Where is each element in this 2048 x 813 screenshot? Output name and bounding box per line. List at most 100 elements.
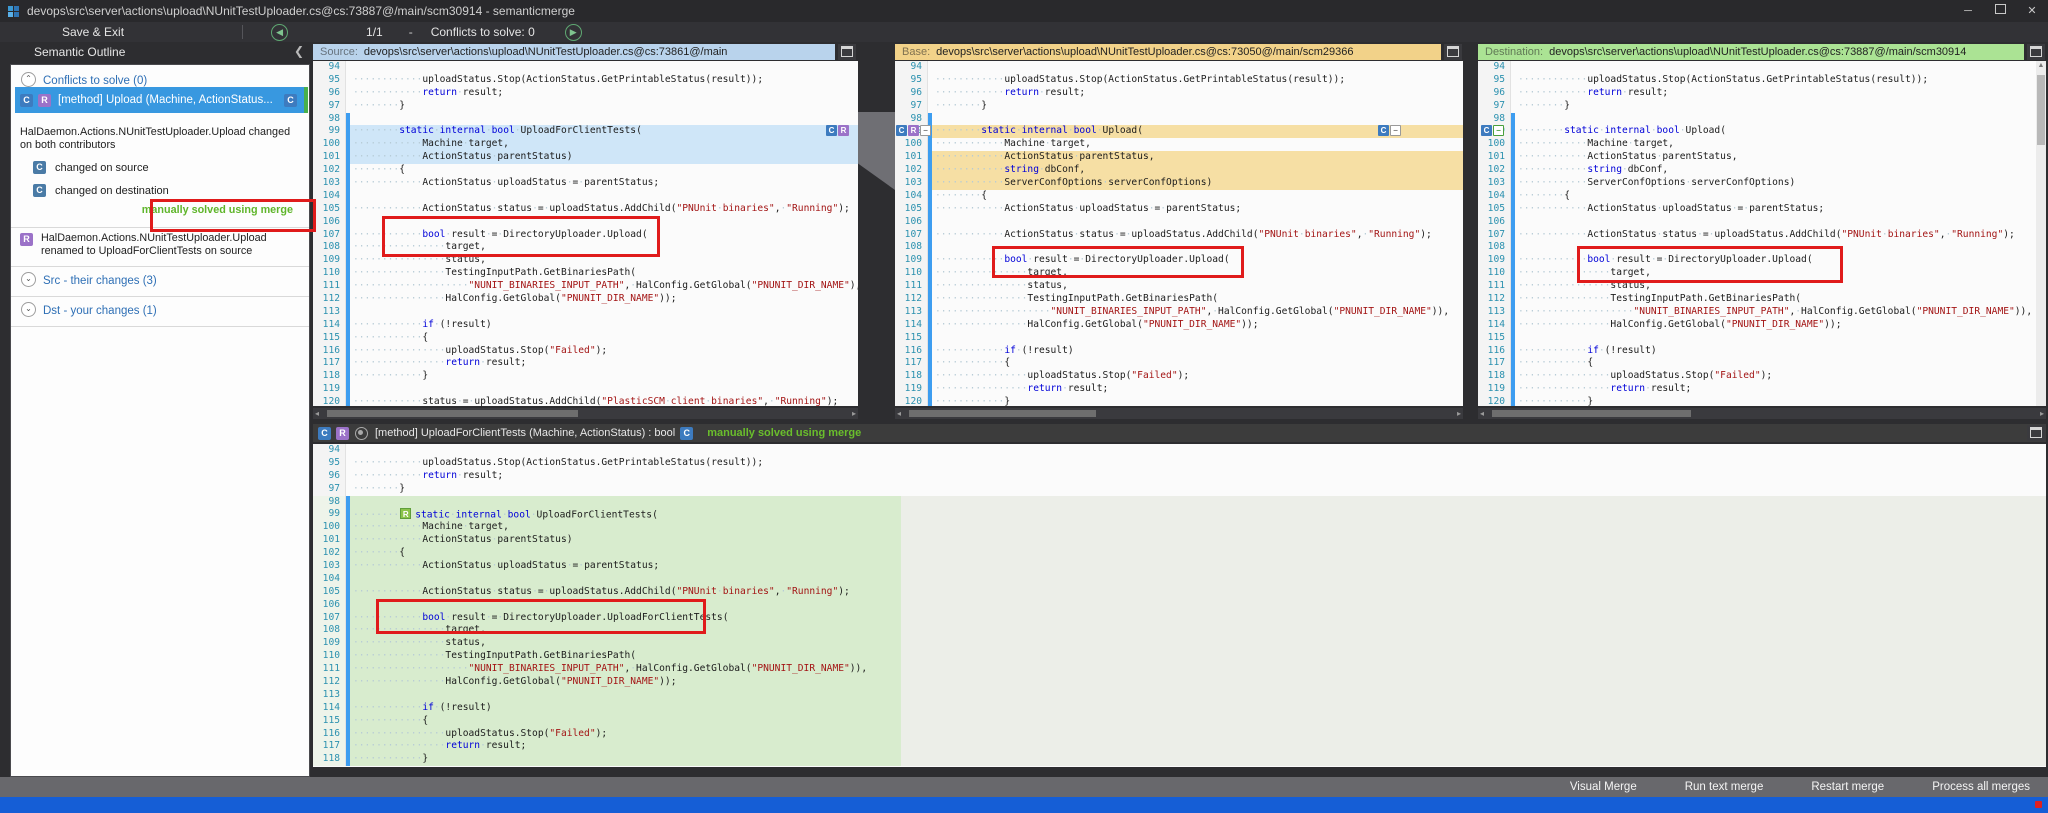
code-line: 116············if·(!result) xyxy=(1478,345,2046,358)
code-line: 114············if·(!result) xyxy=(313,702,2046,715)
renamed-badge: R xyxy=(400,508,411,519)
destination-maximize-icon[interactable] xyxy=(2027,44,2045,60)
scrollbar-thumb[interactable] xyxy=(327,410,578,417)
code-line: 114············if·(!result) xyxy=(313,319,858,332)
scroll-right-icon[interactable]: ▸ xyxy=(1457,408,1461,419)
scrollbar-thumb[interactable] xyxy=(909,410,1096,417)
code-line: 120············status·=·uploadStatus.Add… xyxy=(313,396,858,406)
result-method-signature: [method] UploadForClientTests (Machine, … xyxy=(375,427,675,439)
code-line: 95············uploadStatus.Stop(ActionSt… xyxy=(313,74,858,87)
changed-on-destination-item[interactable]: C changed on destination xyxy=(33,184,169,197)
chevron-up-icon[interactable]: ⌃ xyxy=(21,72,36,87)
code-line: 94 xyxy=(313,444,2046,457)
base-hscrollbar[interactable]: ◂ ▸ xyxy=(895,408,1463,419)
code-line: 120············} xyxy=(1478,396,2046,406)
code-line: 105············ActionStatus·status·=·upl… xyxy=(313,203,858,216)
code-line: 112················HalConfig.GetGlobal("… xyxy=(313,293,858,306)
code-line: 103············ServerConfOptions·serverC… xyxy=(1478,177,2046,190)
scrollbar-thumb[interactable] xyxy=(2037,75,2045,145)
scroll-left-icon[interactable]: ◂ xyxy=(897,408,901,419)
source-hscrollbar[interactable]: ◂ ▸ xyxy=(313,408,858,419)
code-line: 118················uploadStatus.Stop("Fa… xyxy=(895,370,1463,383)
notification-dot xyxy=(2035,801,2042,808)
code-line: 117················return·result; xyxy=(313,357,858,370)
footer-button-visual-merge[interactable]: Visual Merge xyxy=(1570,781,1637,793)
conflict-position: 1/1 xyxy=(366,25,383,39)
close-icon[interactable]: ✕ xyxy=(2016,0,2048,22)
code-line: 95············uploadStatus.Stop(ActionSt… xyxy=(1478,74,2046,87)
base-code[interactable]: 9495············uploadStatus.Stop(Action… xyxy=(895,61,1463,406)
changed-badge: C xyxy=(284,94,297,107)
changed-on-source-item[interactable]: C changed on source xyxy=(33,161,149,174)
next-conflict-icon[interactable]: ▶ xyxy=(565,24,582,41)
save-exit-button[interactable]: Save & Exit xyxy=(62,25,124,39)
rename-item-label: HalDaemon.Actions.NUnitTestUploader.Uplo… xyxy=(41,232,304,257)
collapse-dash-icon: − xyxy=(1493,125,1504,136)
code-line: 110················TestingInputPath.GetB… xyxy=(313,650,2046,663)
code-line: 120············} xyxy=(895,396,1463,406)
scroll-left-icon[interactable]: ◂ xyxy=(1480,408,1484,419)
change-marker[interactable]: CR− xyxy=(896,125,931,136)
code-line: 100············Machine·target, xyxy=(313,138,858,151)
change-marker[interactable]: C− xyxy=(1481,125,1504,136)
renamed-badge: R xyxy=(20,233,33,246)
divider xyxy=(11,296,309,297)
code-line: 112················TestingInputPath.GetB… xyxy=(1478,293,2046,306)
code-line: 103············ActionStatus·uploadStatus… xyxy=(313,560,2046,573)
code-line: 96············return·result; xyxy=(1478,87,2046,100)
rename-item[interactable]: R HalDaemon.Actions.NUnitTestUploader.Up… xyxy=(20,232,304,257)
scroll-right-icon[interactable]: ▸ xyxy=(852,408,856,419)
code-line: 113····················"NUNIT_BINARIES_I… xyxy=(1478,306,2046,319)
source-maximize-icon[interactable] xyxy=(838,44,856,60)
code-line: 97········} xyxy=(313,100,858,113)
destination-code[interactable]: 9495············uploadStatus.Stop(Action… xyxy=(1478,61,2046,406)
base-maximize-icon[interactable] xyxy=(1444,44,1462,60)
maximize-icon[interactable] xyxy=(1984,0,2016,22)
source-panel-header: Source: devops\src\server\actions\upload… xyxy=(313,44,835,60)
destination-hscrollbar[interactable]: ◂ ▸ xyxy=(1478,408,2046,419)
minimize-icon[interactable]: ─ xyxy=(1952,0,1984,22)
conflict-item-selected[interactable]: C R [method] Upload (Machine, ActionStat… xyxy=(15,87,305,113)
scroll-up-icon[interactable]: ▲ xyxy=(2036,61,2046,71)
code-line: 115 xyxy=(1478,332,2046,345)
changed-badge: C xyxy=(33,161,46,174)
code-line: 102············string·dbConf, xyxy=(1478,164,2046,177)
src-changes-group[interactable]: ⌄Src - their changes (3) xyxy=(21,271,157,289)
dst-changes-group[interactable]: ⌄Dst - your changes (1) xyxy=(21,301,157,319)
divider xyxy=(11,266,309,267)
code-line: 100············Machine·target, xyxy=(895,138,1463,151)
previous-conflict-icon[interactable]: ◀ xyxy=(271,24,288,41)
code-line: 111····················"NUNIT_BINARIES_I… xyxy=(313,280,858,293)
code-line: 112················TestingInputPath.GetB… xyxy=(895,293,1463,306)
chevron-down-icon[interactable]: ⌄ xyxy=(21,302,36,317)
scroll-left-icon[interactable]: ◂ xyxy=(315,408,319,419)
code-line: 115············{ xyxy=(313,715,2046,728)
scrollbar-thumb[interactable] xyxy=(1492,410,1691,417)
destination-vscrollbar[interactable]: ▲ xyxy=(2036,61,2046,406)
code-line: 118············} xyxy=(313,370,858,383)
base-label: Base: xyxy=(902,46,930,58)
annotation-highlight-box xyxy=(992,246,1244,278)
footer-button-run-text-merge[interactable]: Run text merge xyxy=(1685,781,1764,793)
change-marker[interactable]: CR xyxy=(826,125,849,136)
changed-badge: C xyxy=(680,427,693,440)
sidebar-collapse-icon[interactable]: ❮ xyxy=(294,44,304,58)
change-marker[interactable]: C− xyxy=(1378,125,1401,136)
footer-button-restart-merge[interactable]: Restart merge xyxy=(1811,781,1884,793)
changed-badge: C xyxy=(33,184,46,197)
code-line: 97········} xyxy=(895,100,1463,113)
code-line: 104········{ xyxy=(1478,190,2046,203)
conflict-dash: - xyxy=(409,25,413,39)
windows-taskbar[interactable] xyxy=(0,797,2048,813)
app-icon xyxy=(8,6,19,17)
code-line: 113 xyxy=(313,689,2046,702)
code-line: 96············return·result; xyxy=(313,87,858,100)
code-line: 99········static·internal·bool·Upload( xyxy=(1478,125,2046,138)
footer-button-process-all-merges[interactable]: Process all merges xyxy=(1932,781,2030,793)
changed-on-source-label: changed on source xyxy=(55,162,149,174)
scroll-right-icon[interactable]: ▸ xyxy=(2040,408,2044,419)
code-line: 99········Rstatic·internal·bool·UploadFo… xyxy=(313,508,2046,521)
result-maximize-icon[interactable] xyxy=(2027,425,2045,441)
code-line: 114················HalConfig.GetGlobal("… xyxy=(1478,319,2046,332)
chevron-down-icon[interactable]: ⌄ xyxy=(21,272,36,287)
